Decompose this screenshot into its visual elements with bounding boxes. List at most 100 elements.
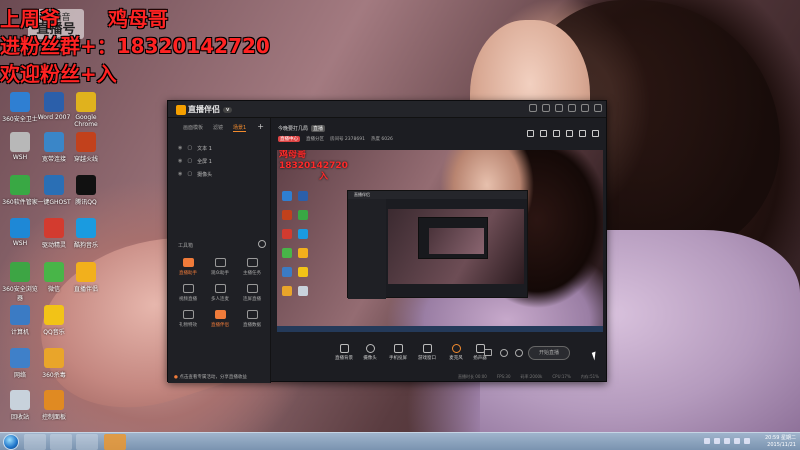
stream-preview[interactable]: 鸡母哥 18320142720 入 直播伴侣: [277, 150, 603, 332]
close-icon[interactable]: [594, 104, 602, 112]
tool-item[interactable]: 礼物特效: [172, 310, 204, 328]
tray-icon[interactable]: [704, 438, 710, 444]
toolbox-settings-icon[interactable]: [258, 240, 266, 248]
desktop-icon[interactable]: 酷狗音乐: [68, 218, 104, 249]
scene-item[interactable]: ◉ ▢ 全屏 1: [168, 155, 270, 168]
preview-text-name: 鸡母哥: [279, 150, 307, 160]
video-icon[interactable]: [484, 349, 492, 356]
add-scene-icon[interactable]: +: [257, 123, 264, 132]
volume-icon[interactable]: [744, 438, 750, 444]
desktop-icon-label: Word 2007: [37, 114, 71, 121]
desktop-icon[interactable]: Google Chrome: [68, 92, 104, 128]
desktop-icon[interactable]: 微信: [36, 262, 72, 293]
taskbar-ie-icon[interactable]: [24, 434, 46, 450]
desktop-icon-label: 360安全卫士: [2, 116, 38, 123]
desktop-icon[interactable]: 驱动精灵: [36, 218, 72, 249]
lock-icon[interactable]: ▢: [187, 158, 192, 165]
desktop-icon[interactable]: 360软件管家: [2, 175, 38, 206]
tool-item[interactable]: 视频直播: [172, 284, 204, 302]
tool-label: 观众助手: [211, 271, 229, 276]
tab-scene-1[interactable]: 场景1: [233, 124, 247, 132]
desktop-icon[interactable]: QQ音乐: [36, 305, 72, 336]
desktop-icon[interactable]: 计算机: [2, 305, 38, 336]
desktop-icon[interactable]: WSH: [2, 218, 38, 247]
tool-item[interactable]: 观众助手: [204, 258, 236, 276]
desktop-app-icon: [10, 390, 30, 410]
tool-item[interactable]: 直播数据: [236, 310, 268, 328]
desktop-icon[interactable]: 直播伴侣: [68, 262, 104, 293]
start-live-button[interactable]: 开始直播: [528, 346, 570, 360]
tool-item[interactable]: 连屏直播: [236, 284, 268, 302]
left-footer[interactable]: ● 点击查看专属活动，分享直播收益: [174, 374, 247, 380]
bell-icon[interactable]: [566, 130, 573, 137]
clock[interactable]: 20:59 星期二 2015/11/21: [765, 435, 796, 449]
taskbar-explorer-icon[interactable]: [50, 434, 72, 450]
status-duration: 直播时长 00:00: [458, 374, 487, 379]
status-cpu: CPU:17%: [552, 374, 571, 379]
desktop-icon[interactable]: 360安全浏览器: [2, 262, 38, 302]
desktop-icon[interactable]: 网络: [2, 348, 38, 379]
camera-icon: [365, 344, 375, 353]
eye-icon[interactable]: ◉: [178, 145, 182, 152]
room-info-category[interactable]: 直播分区: [306, 136, 324, 142]
lock-icon[interactable]: ▢: [187, 145, 192, 152]
desktop-icon[interactable]: 360杀毒: [36, 348, 72, 379]
version-badge[interactable]: v: [223, 106, 233, 113]
gear-icon[interactable]: [515, 349, 523, 357]
background-button[interactable]: 直播背景: [332, 344, 356, 361]
tool-label: 主播任务: [243, 271, 261, 276]
room-info-id: 房间号 2378691: [330, 137, 365, 142]
status-memory: 内存:51%: [580, 374, 599, 379]
desktop-icon[interactable]: WSH: [2, 132, 38, 161]
desktop-icon[interactable]: 回收站: [2, 390, 38, 421]
desktop-app-icon: [10, 305, 30, 325]
menu-icon[interactable]: [555, 104, 563, 112]
clock-date: 2015/11/21: [767, 442, 796, 448]
info-icon[interactable]: [500, 349, 508, 357]
tab-templates[interactable]: 画面模板: [183, 124, 203, 132]
eye-icon[interactable]: ◉: [178, 171, 182, 178]
eye-icon[interactable]: ◉: [178, 158, 182, 165]
phone-cast-button[interactable]: 手机投屏: [386, 344, 410, 361]
desktop-icon[interactable]: 360安全卫士: [2, 92, 38, 123]
share-icon[interactable]: [592, 130, 599, 137]
desktop-icon[interactable]: 腾讯QQ: [68, 175, 104, 206]
room-title[interactable]: 今晚要打几局: [278, 126, 308, 132]
maximize-icon[interactable]: [581, 104, 589, 112]
room-info-center[interactable]: 直播中心: [278, 136, 300, 142]
tab-filters[interactable]: 滤镜: [213, 124, 223, 132]
lock-icon[interactable]: [540, 130, 547, 137]
microphone-button[interactable]: 麦克风: [444, 344, 468, 361]
lock-icon[interactable]: ▢: [187, 171, 192, 178]
tool-item[interactable]: 主播任务: [236, 258, 268, 276]
scene-item[interactable]: ◉ ▢ 文本 1: [168, 142, 270, 155]
desktop-icon[interactable]: 控制面板: [36, 390, 72, 421]
settings-icon[interactable]: [579, 130, 586, 137]
tool-item[interactable]: 直播伴侣: [204, 310, 236, 328]
tray-icon[interactable]: [714, 438, 720, 444]
desktop-icon[interactable]: 一键GHOST: [36, 175, 72, 206]
scene-item[interactable]: ◉ ▢ 摄像头: [168, 168, 270, 181]
game-window-button[interactable]: 游戏窗口: [415, 344, 439, 361]
toolbox-grid: 直播助手 观众助手 主播任务视频直播 多人连麦 连屏直播礼物特效 直播伴侣 直播数据: [172, 258, 268, 328]
status-bar: 直播时长 00:00 FPS:30 码率:2000k CPU:17% 内存:51…: [272, 372, 607, 382]
tray-icon[interactable]: [734, 438, 740, 444]
desktop-icon[interactable]: Word 2007: [36, 92, 72, 121]
desktop-icon[interactable]: 穿越火线: [68, 132, 104, 163]
tool-item[interactable]: 多人连麦: [204, 284, 236, 302]
skin-icon[interactable]: [542, 104, 550, 112]
avatar-icon[interactable]: [529, 104, 537, 112]
start-button[interactable]: [3, 434, 19, 450]
minimize-icon[interactable]: [568, 104, 576, 112]
desktop-icon[interactable]: 宽带连接: [36, 132, 72, 163]
share-screen-icon[interactable]: [527, 130, 534, 137]
copy-icon[interactable]: [553, 130, 560, 137]
app-titlebar[interactable]: 直播伴侣 v: [168, 101, 606, 118]
taskbar-media-icon[interactable]: [76, 434, 98, 450]
tray-icon[interactable]: [724, 438, 730, 444]
desktop-icon-label: 腾讯QQ: [75, 199, 97, 206]
taskbar-live-app-icon[interactable]: [104, 434, 126, 450]
tool-item[interactable]: 直播助手: [172, 258, 204, 276]
tool-icon: [214, 284, 226, 293]
camera-button[interactable]: 摄像头: [358, 344, 382, 361]
